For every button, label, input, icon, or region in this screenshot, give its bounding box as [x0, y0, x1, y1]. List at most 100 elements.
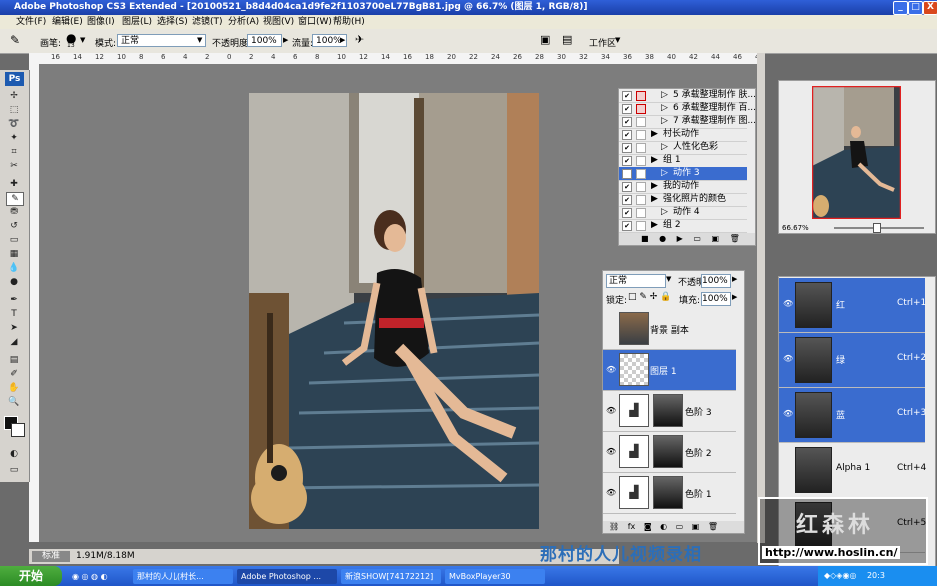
palette-well-icon[interactable]: ▣ — [540, 33, 550, 46]
visibility-eye-icon[interactable]: 👁 — [606, 365, 616, 375]
layer-opacity-input[interactable]: 100% — [701, 274, 731, 288]
task-item-show[interactable]: 新浪SHOW[74172212] — [341, 569, 441, 584]
expand-arrow-icon[interactable]: ▶ — [651, 128, 658, 141]
hand-tool-icon[interactable]: ✋ — [6, 382, 22, 394]
action-check-icon[interactable]: ✔ — [622, 91, 632, 101]
navigator-preview[interactable] — [812, 86, 901, 219]
task-item-browser[interactable]: 那村的人儿(村长... — [133, 569, 233, 584]
brush-tool-icon[interactable]: ✎ — [10, 33, 20, 47]
background-color-swatch[interactable] — [11, 423, 25, 437]
layer-opacity-arrow-icon[interactable]: ▶ — [732, 275, 737, 283]
channel-row[interactable]: 👁 蓝 Ctrl+3 — [779, 388, 926, 443]
action-check-icon[interactable]: ✔ — [622, 143, 632, 153]
lock-icons[interactable]: □ ✎ ✢ 🔒 — [628, 292, 671, 302]
camera-icon[interactable]: ▤ — [562, 33, 572, 46]
slice-tool-icon[interactable]: ✂ — [6, 160, 22, 172]
dialog-toggle-icon[interactable] — [636, 221, 646, 231]
action-row[interactable]: ✔ ▶ 我的动作 — [619, 180, 747, 194]
quick-mask-icon[interactable]: ◐ — [6, 448, 22, 460]
layer-row[interactable]: 👁 ▟ 色阶 1 — [603, 473, 736, 514]
close-button[interactable]: X — [923, 1, 937, 15]
channel-row[interactable]: 👁 绿 Ctrl+2 — [779, 333, 926, 388]
channel-row[interactable]: Alpha 1 Ctrl+4 — [779, 443, 926, 498]
action-check-icon[interactable]: ✔ — [622, 208, 632, 218]
new-layer-icon[interactable]: ▣ — [692, 522, 700, 531]
history-brush-tool-icon[interactable]: ↺ — [6, 220, 22, 232]
gradient-tool-icon[interactable]: ▦ — [6, 248, 22, 260]
airbrush-icon[interactable]: ✈ — [355, 33, 364, 46]
eyedropper-tool-icon[interactable]: ✐ — [6, 368, 22, 380]
visibility-eye-icon[interactable]: 👁 — [606, 447, 616, 457]
expand-arrow-icon[interactable]: ▷ — [661, 115, 668, 128]
start-button[interactable]: 开始 — [0, 566, 62, 586]
blur-tool-icon[interactable]: 💧 — [6, 262, 22, 274]
visibility-eye-icon[interactable]: 👁 — [606, 406, 616, 416]
opacity-arrow-icon[interactable]: ▶ — [283, 36, 288, 44]
layer-row[interactable]: 👁 ▟ 色阶 2 — [603, 432, 736, 473]
expand-arrow-icon[interactable]: ▷ — [661, 167, 668, 180]
menu-edit[interactable]: 编辑(E) — [52, 15, 83, 29]
menu-window[interactable]: 窗口(W) — [298, 15, 332, 29]
menu-select[interactable]: 选择(S) — [157, 15, 188, 29]
screen-mode-icon[interactable]: ▭ — [6, 464, 22, 476]
action-check-icon[interactable]: ✔ — [622, 195, 632, 205]
action-check-icon[interactable]: ✔ — [622, 130, 632, 140]
action-row[interactable]: ✔ ▶ 组 1 — [619, 154, 747, 168]
tray-icons[interactable]: ◆◇◈◉◎ — [824, 571, 856, 580]
menu-view[interactable]: 视图(V) — [263, 15, 294, 29]
stop-icon[interactable]: ■ — [641, 234, 649, 243]
lasso-tool-icon[interactable]: ➰ — [6, 118, 22, 130]
move-tool-icon[interactable]: ✢ — [6, 90, 22, 102]
menu-image[interactable]: 图像(I) — [87, 15, 115, 29]
action-row[interactable]: ✔ ▷ 动作 4 — [619, 206, 747, 220]
zoom-tool-icon[interactable]: 🔍 — [6, 396, 22, 408]
task-item-photoshop[interactable]: Adobe Photoshop ... — [237, 569, 337, 584]
maximize-button[interactable]: □ — [908, 1, 923, 15]
action-row[interactable]: ✔ ▷ 6 承载整理制作 百... — [619, 102, 756, 116]
action-check-icon[interactable]: ✔ — [622, 104, 632, 114]
task-item-mvbox[interactable]: MvBoxPlayer30 — [445, 569, 545, 584]
expand-arrow-icon[interactable]: ▶ — [651, 193, 658, 206]
quick-launch-icons[interactable]: ◉ ◎ ◍ ◐ — [68, 569, 128, 584]
expand-arrow-icon[interactable]: ▶ — [651, 154, 658, 167]
expand-arrow-icon[interactable]: ▷ — [661, 141, 668, 154]
action-check-icon[interactable]: ✔ — [622, 156, 632, 166]
dialog-toggle-icon[interactable] — [636, 117, 646, 127]
layer-row[interactable]: 👁 ▟ 色阶 3 — [603, 391, 736, 432]
channel-eye-icon[interactable]: 👁 — [783, 299, 793, 308]
dialog-toggle-icon[interactable] — [636, 169, 646, 179]
adjustment-layer-icon[interactable]: ◐ — [660, 522, 667, 531]
brush-picker-arrow-icon[interactable]: ▼ — [80, 36, 85, 44]
dodge-tool-icon[interactable]: ● — [6, 276, 22, 288]
workspace-button[interactable]: 工作区 — [589, 36, 616, 49]
link-layers-icon[interactable]: ⛓ — [609, 522, 619, 531]
navigator-zoom[interactable]: 66.67% — [782, 224, 809, 232]
layer-row[interactable]: 👁 图层 1 — [603, 350, 736, 391]
mode-select[interactable]: 正常 — [117, 34, 206, 47]
document-photo[interactable] — [249, 93, 539, 529]
play-icon[interactable]: ▶ — [677, 234, 683, 243]
channel-row[interactable]: 👁 红 Ctrl+1 — [779, 278, 926, 333]
action-row[interactable]: ✔ ▷ 7 承载整理制作 图... — [619, 115, 756, 129]
fx-icon[interactable]: fx — [628, 522, 636, 531]
expand-arrow-icon[interactable]: ▶ — [651, 180, 658, 193]
visibility-eye-icon[interactable] — [606, 324, 616, 334]
brush-tool-icon-active[interactable]: ✎ — [6, 192, 24, 206]
dialog-toggle-icon[interactable] — [636, 156, 646, 166]
new-group-icon[interactable]: ▭ — [676, 522, 684, 531]
action-check-icon[interactable]: ✔ — [622, 221, 632, 231]
dialog-toggle-icon[interactable] — [636, 91, 646, 101]
action-row[interactable]: ✔ ▶ 组 2 — [619, 219, 747, 233]
mode-dropdown-icon[interactable]: ▼ — [197, 36, 202, 44]
action-row[interactable]: ✔ ▷ 5 承载整理制作 肤... — [619, 89, 756, 103]
healing-tool-icon[interactable]: ✚ — [6, 178, 22, 190]
expand-arrow-icon[interactable]: ▷ — [661, 102, 668, 115]
eraser-tool-icon[interactable]: ▭ — [6, 234, 22, 246]
dialog-toggle-icon[interactable] — [636, 130, 646, 140]
expand-arrow-icon[interactable]: ▶ — [651, 219, 658, 232]
shape-tool-icon[interactable]: ◢ — [6, 336, 22, 348]
menu-layer[interactable]: 图层(L) — [122, 15, 152, 29]
action-row[interactable]: ✔ ▷ 人性化色彩 — [619, 141, 747, 155]
vertical-scrollbar[interactable] — [757, 53, 765, 543]
dialog-toggle-icon[interactable] — [636, 182, 646, 192]
